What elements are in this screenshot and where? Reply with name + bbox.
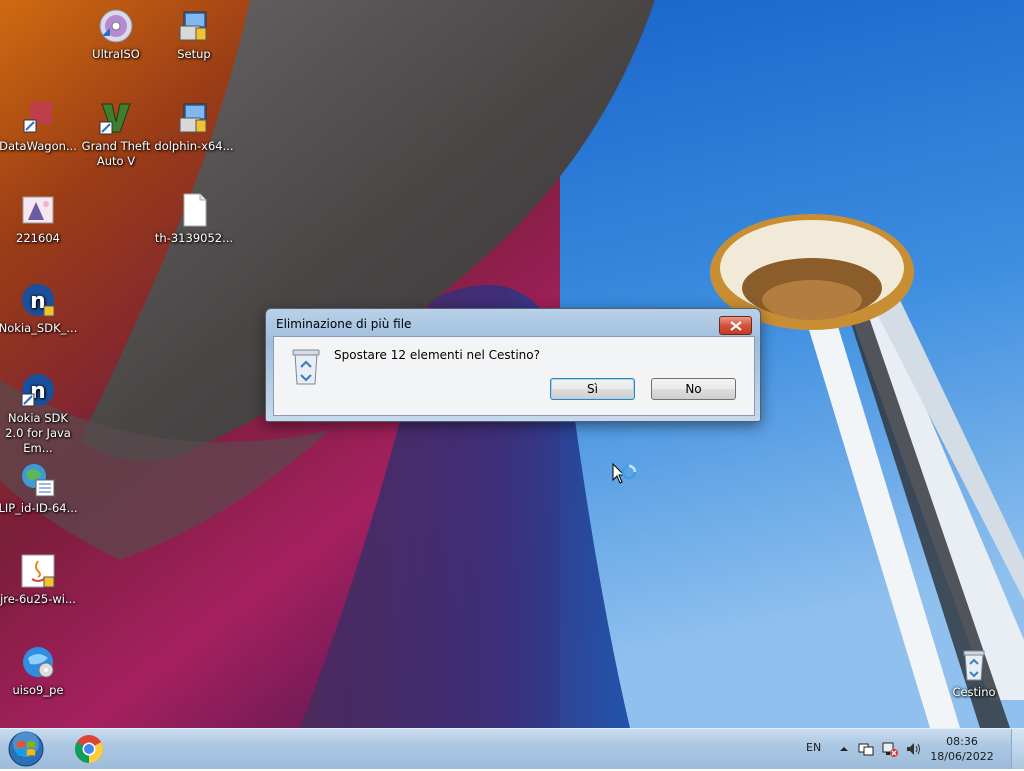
desktop-icon-lip[interactable]: LIP_id-ID-64...: [0, 462, 78, 516]
globe-disc-icon: [20, 644, 56, 680]
windows-orb-icon: [8, 731, 44, 767]
desktop-icon-221604[interactable]: 221604: [0, 192, 78, 246]
desktop-icon-label: 221604: [16, 231, 60, 245]
language-pack-icon: [20, 462, 56, 498]
language-indicator[interactable]: EN: [806, 741, 821, 754]
dialog-message: Spostare 12 elementi nel Cestino?: [334, 348, 540, 362]
nokia-n-icon: n: [20, 282, 56, 318]
dialog-content: Spostare 12 elementi nel Cestino? Sì No: [273, 336, 755, 416]
clock-date: 18/06/2022: [930, 750, 994, 763]
yes-button[interactable]: Sì: [550, 378, 635, 400]
start-button[interactable]: [4, 730, 48, 768]
show-desktop-button[interactable]: [1011, 729, 1024, 769]
desktop-icon-label: Grand Theft Auto V: [81, 139, 151, 168]
action-center-icon[interactable]: [858, 741, 874, 757]
system-clock[interactable]: 08:36 18/06/2022: [930, 734, 994, 764]
app-icon: [20, 100, 56, 136]
desktop-icon-cestino[interactable]: Cestino: [934, 646, 1014, 700]
taskbar: EN 08:36 18/06/2022: [0, 728, 1024, 769]
desktop-icon-gta-v[interactable]: Grand Theft Auto V: [76, 100, 156, 169]
desktop-icon-setup[interactable]: Setup: [154, 8, 234, 62]
desktop-icon-label: dolphin-x64...: [154, 139, 234, 153]
desktop-icon-jre[interactable]: jre-6u25-wi...: [0, 553, 78, 607]
disc-icon: [98, 8, 134, 44]
desktop-icon-label: UltraISO: [92, 47, 140, 61]
desktop-icon-ultraiso[interactable]: UltraISO: [76, 8, 156, 62]
no-button[interactable]: No: [651, 378, 736, 400]
desktop-icon-label: jre-6u25-wi...: [0, 592, 76, 606]
desktop-icon-th-file[interactable]: th-3139052...: [154, 192, 234, 246]
nokia-n-icon: n: [20, 372, 56, 408]
show-hidden-icons-icon[interactable]: [836, 741, 852, 757]
taskbar-chrome-button[interactable]: [68, 731, 110, 767]
blank-file-icon: [176, 192, 212, 228]
clock-time: 08:36: [946, 735, 978, 748]
desktop-icon-label: LIP_id-ID-64...: [0, 501, 78, 515]
installer-icon: [176, 8, 212, 44]
desktop-icon-label: Cestino: [952, 685, 996, 699]
desktop-icon-label: th-3139052...: [154, 231, 234, 245]
volume-icon[interactable]: [905, 741, 921, 757]
recycle-bin-icon: [956, 646, 992, 682]
desktop-icon-label: uiso9_pe: [12, 683, 64, 697]
desktop-icon-label: Setup: [177, 47, 211, 61]
desktop-icon-dolphin[interactable]: dolphin-x64...: [154, 100, 234, 154]
svg-text:n: n: [30, 289, 46, 314]
java-icon: [20, 553, 56, 589]
desktop-icon-label: Nokia SDK 2.0 for Java Em...: [5, 411, 71, 455]
busy-cursor-icon: [612, 462, 638, 491]
desktop-icon-datawagon[interactable]: DataWagon...: [0, 100, 78, 154]
desktop-icon-nokia-sdk-1[interactable]: n Nokia_SDK_...: [0, 282, 78, 336]
recycle-bin-icon: [290, 347, 322, 385]
delete-confirmation-dialog[interactable]: Eliminazione di più file Spostare 12 ele…: [265, 308, 761, 422]
chrome-icon: [75, 735, 103, 763]
desktop-icon-label: Nokia_SDK_...: [0, 321, 78, 335]
desktop-icon-label: DataWagon...: [0, 139, 77, 153]
image-file-icon: [20, 192, 56, 228]
gta-v-icon: [98, 100, 134, 136]
desktop-icon-uiso9[interactable]: uiso9_pe: [0, 644, 78, 698]
network-disconnected-icon[interactable]: [882, 741, 898, 757]
dialog-close-button[interactable]: [719, 316, 752, 335]
installer-icon: [176, 100, 212, 136]
dialog-title: Eliminazione di più file: [276, 317, 412, 331]
close-icon: [729, 320, 742, 331]
desktop-icon-nokia-sdk-2[interactable]: n Nokia SDK 2.0 for Java Em...: [0, 372, 78, 456]
